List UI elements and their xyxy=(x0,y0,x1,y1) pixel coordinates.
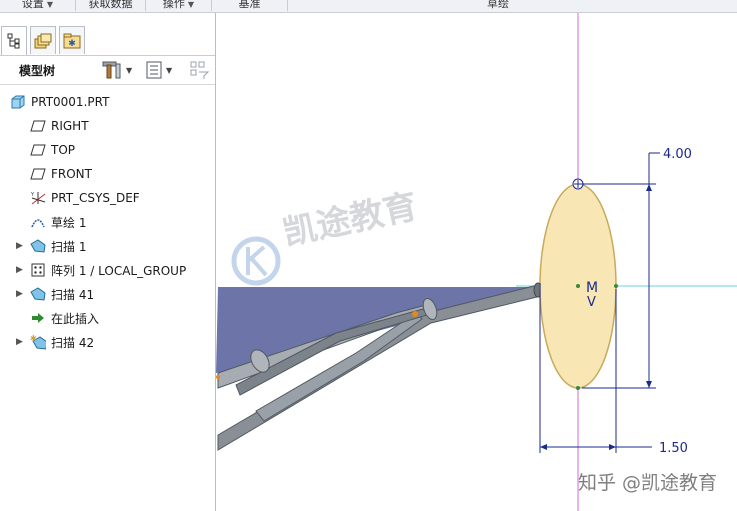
ribbon-group-label: 设置 xyxy=(21,0,44,10)
chevron-down-icon: ▼ xyxy=(126,65,133,75)
layers-tab-icon xyxy=(34,33,52,48)
ribbon-group-get-data[interactable]: 获取数据 xyxy=(76,0,146,11)
tree-item-csys[interactable]: Y PRT_CSYS_DEF xyxy=(30,187,140,209)
navigator-tabs: ✱ xyxy=(0,13,215,56)
tree-item-right[interactable]: RIGHT xyxy=(30,115,89,137)
sketch-center-point xyxy=(576,284,580,288)
sketch-marker-v: V xyxy=(587,295,596,310)
tree-item-label: 扫描 1 xyxy=(51,239,87,254)
expand-arrow-icon[interactable]: ▶ xyxy=(16,289,24,299)
tree-item-label: RIGHT xyxy=(51,119,89,133)
ribbon-group-label: 草绘 xyxy=(487,0,509,10)
ribbon-group-setup[interactable]: 设置 ▼ xyxy=(0,0,76,11)
filter-icon xyxy=(190,61,210,79)
tree-item-top[interactable]: TOP xyxy=(30,139,75,161)
tree-filter-button[interactable] xyxy=(190,60,210,80)
model-canvas[interactable]: M V 4.00 1.50 凯途教育 xyxy=(216,13,737,511)
tree-item-insert-here[interactable]: 在此插入 xyxy=(30,307,99,329)
tree-item-root[interactable]: PRT0001.PRT xyxy=(10,91,109,113)
model-tree-tab-icon xyxy=(7,33,20,49)
chevron-down-icon: ▼ xyxy=(46,0,54,9)
tree-item-label: 扫描 41 xyxy=(51,287,95,302)
svg-text:Y: Y xyxy=(30,192,35,198)
expand-arrow-icon[interactable]: ▶ xyxy=(16,337,24,347)
dimension-height-value[interactable]: 4.00 xyxy=(663,147,692,162)
tree-item-label: PRT0001.PRT xyxy=(31,95,110,109)
show-icon xyxy=(146,61,162,79)
datum-plane-icon xyxy=(30,142,46,158)
settings-icon xyxy=(102,61,121,79)
sketch-icon xyxy=(30,214,46,230)
tree-item-label: 扫描 42 xyxy=(51,335,95,350)
dimension-width-value[interactable]: 1.50 xyxy=(659,441,688,456)
datum-plane-icon xyxy=(30,166,46,182)
tree-show-button[interactable]: ▼ xyxy=(146,60,172,80)
ribbon-group-bar: 设置 ▼ 获取数据 操作 ▼ 基准 草绘 xyxy=(0,0,737,13)
favorites-tab-icon: ✱ xyxy=(63,33,81,49)
chevron-down-icon: ▼ xyxy=(166,65,173,75)
tree-item-label: TOP xyxy=(51,143,76,157)
ribbon-group-label: 操作 xyxy=(162,0,185,10)
tab-favorites[interactable]: ✱ xyxy=(59,26,85,54)
watermark-caption: 知乎 @凯途教育 xyxy=(577,472,717,494)
tree-item-label: 阵列 1 / LOCAL_GROUP xyxy=(51,263,187,278)
datum-plane-icon xyxy=(30,118,46,134)
tree-item-label: 在此插入 xyxy=(51,311,100,326)
ribbon-group-label: 基准 xyxy=(238,0,261,10)
tab-layers[interactable] xyxy=(30,26,56,54)
tree-settings-button[interactable]: ▼ xyxy=(102,60,132,80)
tree-item-sketch-1[interactable]: 草绘 1 xyxy=(30,211,86,233)
tree-item-front[interactable]: FRONT xyxy=(30,163,92,185)
tree-item-label: 草绘 1 xyxy=(51,215,87,230)
expand-arrow-icon[interactable]: ▶ xyxy=(16,241,24,251)
coordinate-system-icon: Y xyxy=(30,190,46,206)
sketch-marker-m: M xyxy=(586,280,598,296)
sweep-icon xyxy=(30,286,46,302)
ribbon-group-label: 获取数据 xyxy=(88,0,133,10)
ribbon-group-sketch[interactable]: 草绘 xyxy=(288,0,708,11)
tree-item-sweep-41[interactable]: ▶ 扫描 41 xyxy=(16,283,94,305)
ribbon-group-datum[interactable]: 基准 xyxy=(212,0,288,11)
graphics-viewport[interactable]: M V 4.00 1.50 凯途教育 知乎 @凯途教育 xyxy=(216,13,737,511)
part-icon xyxy=(10,94,26,110)
model-tree-header: 模型树 ▼ ▼ xyxy=(0,56,215,85)
expand-arrow-icon[interactable]: ▶ xyxy=(16,265,24,275)
tree-item-label: PRT_CSYS_DEF xyxy=(51,191,140,205)
watermark-brand-text: 凯途教育 xyxy=(280,186,421,253)
tree-item-sweep-1[interactable]: ▶ 扫描 1 xyxy=(16,235,86,257)
svg-text:✱: ✱ xyxy=(30,334,37,343)
ribbon-group-operations[interactable]: 操作 ▼ xyxy=(146,0,212,11)
svg-text:✱: ✱ xyxy=(68,39,76,49)
tree-item-pattern-1[interactable]: ▶ 阵列 1 / LOCAL_GROUP xyxy=(16,259,186,281)
tab-model-tree[interactable] xyxy=(1,26,27,55)
watermark-logo: 凯途教育 xyxy=(231,186,421,286)
insert-here-icon xyxy=(30,310,46,326)
sweep-icon xyxy=(30,238,46,254)
tree-item-label: FRONT xyxy=(51,167,92,181)
tree-item-sweep-42[interactable]: ▶ ✱ 扫描 42 xyxy=(16,331,94,353)
sweep-new-icon: ✱ xyxy=(30,334,46,350)
model-tree-title: 模型树 xyxy=(19,64,56,78)
chevron-down-icon: ▼ xyxy=(187,0,195,9)
navigator-panel: ✱ 模型树 ▼ ▼ PRT0001.PRT RIGHT TOP FRONT Y … xyxy=(0,13,216,511)
pattern-icon xyxy=(30,262,46,278)
